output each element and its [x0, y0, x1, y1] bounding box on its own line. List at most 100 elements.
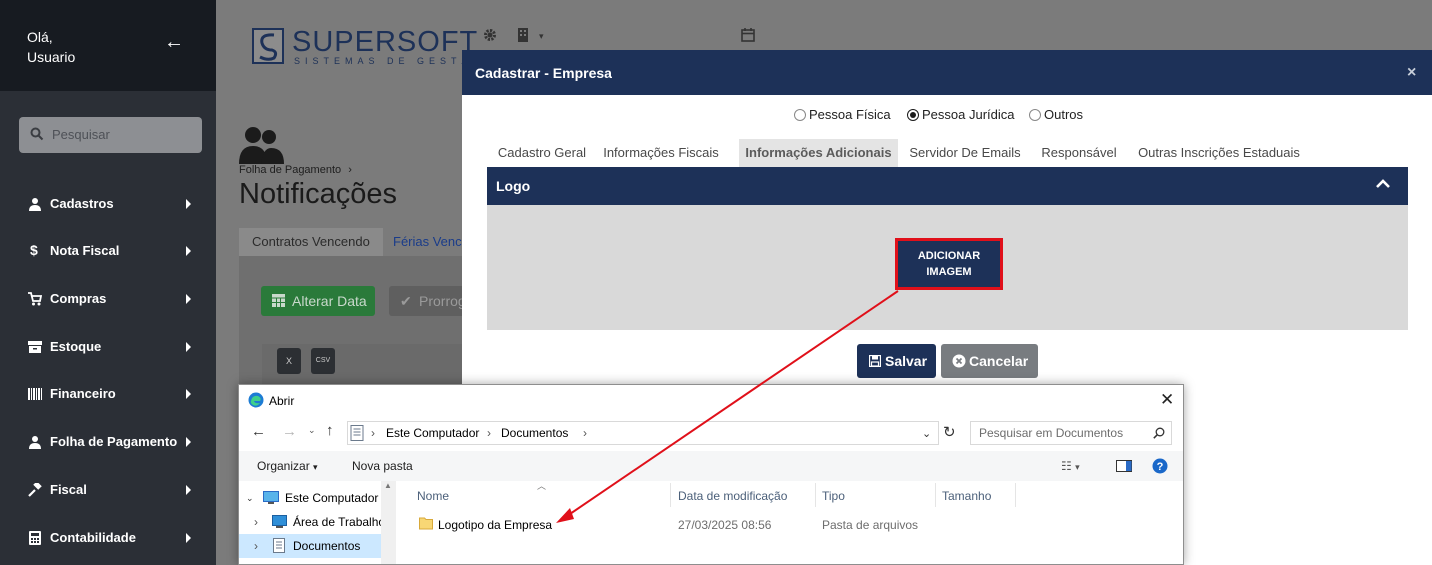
tab-outras-inscricoes-estaduais[interactable]: Outras Inscrições Estaduais: [1134, 139, 1304, 167]
column-divider[interactable]: [1015, 483, 1016, 507]
chevron-down-icon[interactable]: ▾: [539, 31, 544, 42]
breadcrumb: Folha de Pagamento ›: [239, 164, 352, 176]
desktop-icon: [272, 515, 287, 528]
sidebar-item-contabilidade[interactable]: Contabilidade: [0, 520, 216, 556]
caret-right-icon: [186, 533, 191, 543]
organize-menu[interactable]: Organizar ▾: [257, 459, 318, 473]
tab-cadastro-geral[interactable]: Cadastro Geral: [487, 139, 597, 167]
search-icon: [30, 127, 44, 141]
chevron-right-icon[interactable]: ›: [254, 534, 258, 558]
tab-responsavel[interactable]: Responsável: [1036, 139, 1122, 167]
table-icon: [272, 294, 285, 307]
radio-label: Pessoa Física: [809, 107, 891, 122]
back-arrow-icon[interactable]: ←: [251, 423, 266, 440]
excel-export-icon[interactable]: X: [277, 348, 301, 374]
tree-scrollbar[interactable]: ▲: [381, 481, 396, 564]
save-label: Salvar: [885, 353, 928, 369]
sidebar-item-label: Financeiro: [50, 386, 116, 401]
edge-browser-icon: [248, 392, 264, 408]
add-image-button[interactable]: ADICIONAR IMAGEM: [895, 238, 1003, 290]
radio-pessoa-fisica[interactable]: Pessoa Física: [794, 107, 894, 123]
sidebar-item-financeiro[interactable]: Financeiro: [0, 376, 216, 412]
tree-item-documentos[interactable]: › Documentos: [239, 534, 381, 558]
user-greeting: Olá, Usuario: [27, 29, 76, 65]
up-arrow-icon[interactable]: ↑: [326, 422, 334, 439]
radio-label: Pessoa Jurídica: [922, 107, 1015, 122]
check-icon: ✔: [400, 293, 412, 309]
refresh-icon[interactable]: ↻: [943, 423, 956, 441]
preview-pane-icon[interactable]: [1116, 460, 1132, 472]
alterar-data-button[interactable]: Alterar Data: [261, 286, 375, 316]
radio-outros[interactable]: Outros: [1029, 107, 1089, 123]
sidebar-item-folha-de-pagamento[interactable]: Folha de Pagamento: [0, 424, 216, 460]
sidebar-item-nota-fiscal[interactable]: $ Nota Fiscal: [0, 233, 216, 269]
tab-informacoes-adicionais[interactable]: Informações Adicionais: [739, 139, 898, 167]
caret-right-icon: [186, 342, 191, 352]
tree-item-area-de-trabalho[interactable]: › Área de Trabalho: [239, 510, 381, 534]
column-header-name[interactable]: Nome: [417, 489, 449, 503]
breadcrumb-separator: ›: [348, 164, 352, 176]
column-header-modified[interactable]: Data de modificação: [678, 489, 787, 503]
chevron-right-icon[interactable]: ›: [254, 510, 258, 534]
calendar-icon[interactable]: [741, 28, 755, 42]
recent-locations-chevron-icon[interactable]: ⌄: [308, 425, 316, 436]
sidebar-search-input[interactable]: Pesquisar: [19, 117, 202, 153]
radio-selected-icon: [907, 109, 919, 121]
view-options-icon[interactable]: ☷ ▾: [1061, 459, 1080, 473]
close-circle-icon: [952, 354, 966, 368]
supersoft-logo-icon: [252, 28, 284, 64]
chevron-right-icon: ›: [371, 426, 375, 440]
sidebar-item-cadastros[interactable]: Cadastros: [0, 186, 216, 222]
forward-arrow-icon[interactable]: →: [282, 423, 297, 440]
sidebar-item-label: Contabilidade: [50, 530, 136, 545]
address-segment[interactable]: Documentos: [501, 422, 568, 444]
help-icon[interactable]: ?: [1152, 458, 1168, 474]
radio-pessoa-juridica[interactable]: Pessoa Jurídica: [907, 107, 1017, 123]
column-divider[interactable]: [935, 483, 936, 507]
prorrogar-label: Prorrog: [419, 293, 462, 309]
sidebar-item-label: Compras: [50, 291, 107, 306]
add-image-label-line1: ADICIONAR: [917, 250, 981, 262]
address-segment[interactable]: Este Computador: [386, 422, 479, 444]
file-name: Logotipo da Empresa: [438, 518, 553, 532]
scroll-up-icon[interactable]: ▲: [384, 481, 392, 490]
csv-export-icon[interactable]: CSV: [311, 348, 335, 374]
save-button[interactable]: Salvar: [857, 344, 936, 378]
prorrogar-button[interactable]: ✔ Prorrog: [389, 286, 462, 316]
address-dropdown-chevron-icon[interactable]: ⌄: [922, 423, 931, 445]
tab-servidor-de-emails[interactable]: Servidor De Emails: [902, 139, 1028, 167]
tab-informacoes-fiscais[interactable]: Informações Fiscais: [598, 139, 724, 167]
sidebar-item-estoque[interactable]: Estoque: [0, 329, 216, 365]
column-header-size[interactable]: Tamanho: [942, 489, 991, 503]
new-folder-button[interactable]: Nova pasta: [352, 459, 413, 473]
column-divider[interactable]: [815, 483, 816, 507]
address-bar[interactable]: › Este Computador › Documentos › ⌄: [347, 421, 939, 445]
breadcrumb-item[interactable]: Folha de Pagamento: [239, 164, 341, 176]
sidebar-item-fiscal[interactable]: Fiscal: [0, 472, 216, 508]
collapse-sidebar-arrow-icon[interactable]: ←: [164, 32, 184, 52]
chevron-up-icon[interactable]: [1376, 179, 1390, 189]
sidebar: Olá, Usuario ← Pesquisar Cadastros $ Not…: [0, 0, 216, 565]
search-icon: [1153, 427, 1165, 439]
tab-contratos-vencendo[interactable]: Contratos Vencendo: [239, 228, 383, 256]
column-divider[interactable]: [670, 483, 671, 507]
dialog-close-icon[interactable]: ✕: [1160, 390, 1174, 410]
column-header-type[interactable]: Tipo: [822, 489, 845, 503]
cancel-button[interactable]: Cancelar: [941, 344, 1038, 378]
logo-section-header[interactable]: Logo: [487, 167, 1408, 205]
box-icon: [28, 341, 42, 353]
gear-icon[interactable]: [483, 28, 497, 42]
gavel-icon: [28, 483, 42, 497]
logo-section-title: Logo: [496, 178, 531, 194]
documents-icon: [350, 425, 364, 441]
sidebar-item-compras[interactable]: Compras: [0, 281, 216, 317]
dialog-title: Abrir: [269, 394, 295, 408]
close-icon[interactable]: ×: [1407, 64, 1416, 82]
tree-item-este-computador[interactable]: ⌄ Este Computador: [239, 486, 381, 510]
barcode-icon: [28, 388, 42, 400]
building-icon[interactable]: [517, 28, 529, 42]
file-open-dialog: Abrir ✕ ← → ⌄ ↑ › Este Computador › Docu…: [238, 384, 1184, 565]
search-documents-input[interactable]: Pesquisar em Documentos: [970, 421, 1172, 445]
user-icon: [29, 436, 41, 449]
chevron-down-icon[interactable]: ⌄: [246, 486, 254, 510]
